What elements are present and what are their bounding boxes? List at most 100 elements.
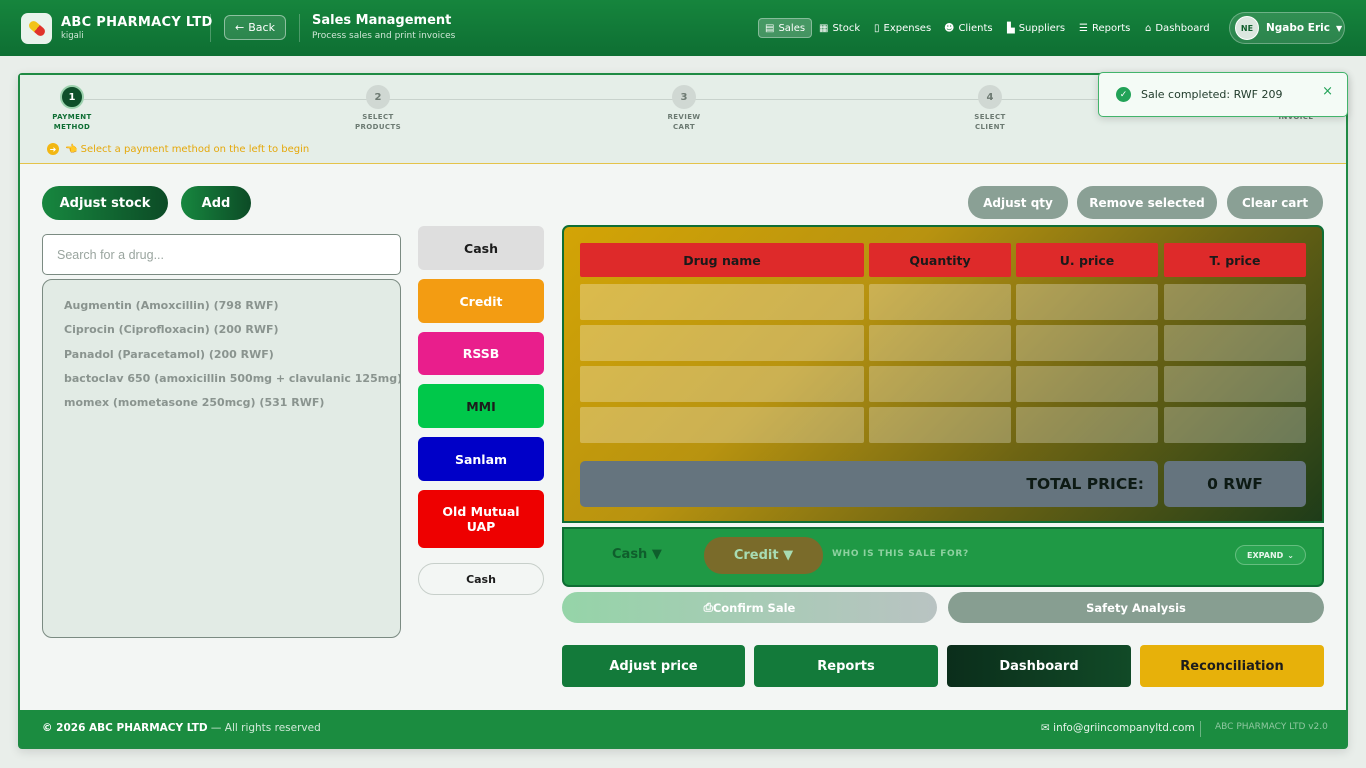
nav-sales[interactable]: ▤ Sales (758, 18, 813, 38)
email-text: info@griincompanyltd.com (1053, 722, 1195, 734)
step-3-label: REVIEW CART (667, 113, 701, 131)
users-icon: ☻ (944, 22, 955, 34)
reports-button[interactable]: Reports (754, 645, 938, 687)
nav-label: Dashboard (1155, 22, 1210, 34)
drug-list: Augmentin (Amoxcillin) (798 RWF) Ciproci… (42, 279, 401, 638)
table-cell (1164, 366, 1306, 402)
divider (210, 14, 211, 42)
footer-email[interactable]: ✉ info@griincompanyltd.com (1041, 722, 1195, 734)
hint: ➜ 👈 Select a payment method on the left … (47, 143, 309, 155)
home-icon: ⌂ (1145, 22, 1152, 34)
payment-cash-button[interactable]: Cash (418, 226, 544, 270)
step-2[interactable]: 2 (366, 85, 390, 109)
list-item[interactable]: Augmentin (Amoxcillin) (798 RWF) (43, 296, 400, 320)
adjust-qty-button[interactable]: Adjust qty (968, 186, 1068, 219)
page-title: Sales Management (312, 13, 452, 28)
add-button[interactable]: Add (181, 186, 251, 220)
step-4-label: SELECT CLIENT (974, 113, 1006, 131)
step-1-label: PAYMENT METHOD (52, 113, 92, 131)
user-name: Ngabo Eric (1266, 22, 1330, 34)
success-toast: ✓ Sale completed: RWF 209 × (1098, 72, 1348, 117)
expand-button[interactable]: EXPAND ⌄ (1235, 545, 1306, 565)
table-cell (1016, 284, 1158, 320)
table-cell (1016, 407, 1158, 443)
total-price-label: TOTAL PRICE: (580, 461, 1158, 507)
adjust-price-button[interactable]: Adjust price (562, 645, 745, 687)
copyright-text: © 2026 ABC PHARMACY LTD (42, 722, 208, 734)
payment-rssb-button[interactable]: RSSB (418, 332, 544, 375)
table-cell (869, 325, 1011, 361)
table-cell (1016, 366, 1158, 402)
reconciliation-button[interactable]: Reconciliation (1140, 645, 1324, 687)
list-item[interactable]: momex (mometasone 250mcg) (531 RWF) (43, 393, 400, 417)
close-icon[interactable]: × (1322, 84, 1333, 99)
pill-logo-icon (21, 13, 52, 44)
receipt-icon: ▯ (874, 22, 880, 34)
step-2-label: SELECT PRODUCTS (354, 113, 402, 131)
nav-label: Sales (778, 22, 806, 34)
cash-secondary-button[interactable]: Cash (418, 563, 544, 595)
nav-expenses[interactable]: ▯ Expenses (868, 18, 937, 38)
nav-label: Suppliers (1018, 22, 1066, 34)
drug-search-input[interactable] (42, 234, 401, 275)
payment-credit-button[interactable]: Credit (418, 279, 544, 323)
list-item[interactable]: Ciprocin (Ciprofloxacin) (200 RWF) (43, 320, 400, 344)
table-cell (580, 407, 864, 443)
divider (299, 14, 300, 42)
safety-analysis-button[interactable]: Safety Analysis (948, 592, 1324, 623)
table-cell (1164, 325, 1306, 361)
nav-dashboard[interactable]: ⌂ Dashboard (1139, 18, 1216, 38)
chevron-down-icon: ⌄ (1287, 550, 1294, 560)
column-header-drug-name: Drug name (580, 243, 864, 277)
payment-old-mutual-uap-button[interactable]: Old Mutual UAP (418, 490, 544, 548)
step-4[interactable]: 4 (978, 85, 1002, 109)
step-1[interactable]: 1 (60, 85, 84, 109)
boxes-icon: ▦ (819, 22, 829, 34)
column-header-unit-price: U. price (1016, 243, 1158, 277)
footer: © 2026 ABC PHARMACY LTD — All rights res… (20, 710, 1346, 747)
expand-label: EXPAND (1247, 550, 1284, 560)
table-cell (580, 366, 864, 402)
brand-name: ABC PHARMACY LTD (61, 15, 213, 30)
list-item[interactable]: bactoclav 650 (amoxicillin 500mg + clavu… (43, 369, 400, 393)
payment-sanlam-button[interactable]: Sanlam (418, 437, 544, 481)
caret-down-icon: ▼ (1335, 23, 1343, 33)
table-cell (580, 325, 864, 361)
table-cell (580, 284, 864, 320)
remove-selected-button[interactable]: Remove selected (1077, 186, 1217, 219)
avatar: NE (1235, 16, 1259, 40)
page-subtitle: Process sales and print invoices (312, 31, 456, 41)
top-header: ABC PHARMACY LTD kigali ← Back Sales Man… (0, 0, 1366, 56)
table-cell (869, 366, 1011, 402)
adjust-stock-button[interactable]: Adjust stock (42, 186, 168, 220)
table-cell (1016, 325, 1158, 361)
nav-clients[interactable]: ☻ Clients (938, 18, 999, 38)
nav-reports[interactable]: ☰ Reports (1073, 18, 1136, 38)
cash-register-icon: ▤ (765, 22, 775, 34)
list-item[interactable]: Panadol (Paracetamol) (200 RWF) (43, 345, 400, 369)
toast-message: Sale completed: RWF 209 (1141, 88, 1283, 101)
table-cell (1164, 407, 1306, 443)
step-3[interactable]: 3 (672, 85, 696, 109)
brand-location: kigali (61, 31, 84, 41)
cart-table: Drug name Quantity U. price T. price TOT… (562, 225, 1324, 523)
user-menu[interactable]: NE Ngabo Eric ▼ (1229, 12, 1345, 44)
rights-text: — All rights reserved (207, 722, 321, 734)
credit-tab[interactable]: Credit ▼ (704, 537, 823, 574)
cash-tab[interactable]: Cash ▼ (612, 547, 662, 562)
total-price-value: 0 RWF (1164, 461, 1306, 507)
divider (1200, 721, 1201, 737)
table-cell (1164, 284, 1306, 320)
table-cell (869, 407, 1011, 443)
back-label: Back (248, 21, 275, 34)
nav-suppliers[interactable]: ▙ Suppliers (1001, 18, 1071, 38)
clear-cart-button[interactable]: Clear cart (1227, 186, 1323, 219)
dashboard-button[interactable]: Dashboard (947, 645, 1131, 687)
footer-copyright: © 2026 ABC PHARMACY LTD — All rights res… (42, 722, 321, 734)
nav-label: Stock (832, 22, 861, 34)
back-button[interactable]: ← Back (224, 15, 286, 40)
payment-mmi-button[interactable]: MMI (418, 384, 544, 428)
confirm-sale-button[interactable]: ⎙ Confirm Sale (562, 592, 937, 623)
envelope-icon: ✉ (1041, 722, 1050, 734)
nav-stock[interactable]: ▦ Stock (813, 18, 866, 38)
